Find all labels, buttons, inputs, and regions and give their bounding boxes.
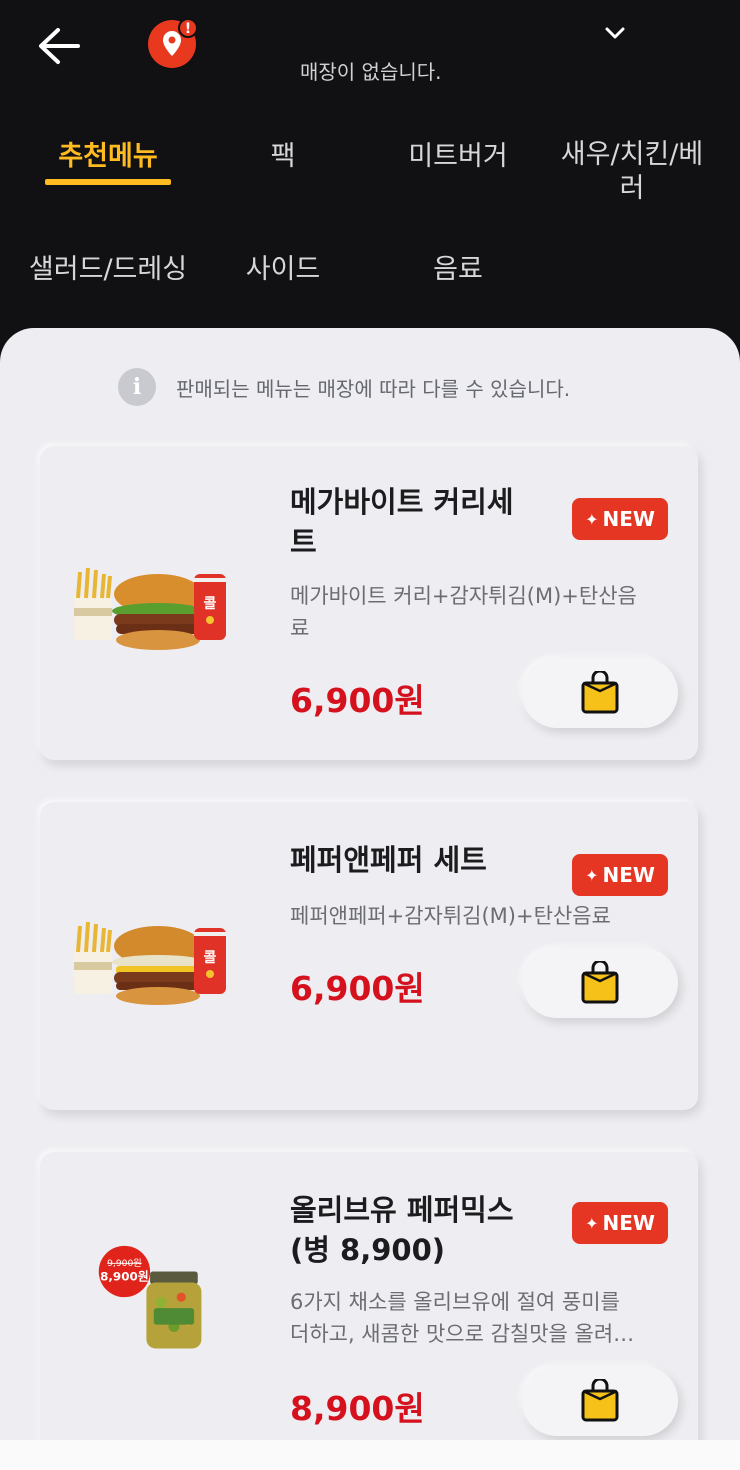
location-pin-icon[interactable]: ! — [146, 18, 198, 68]
sparkle-icon: ✦ — [585, 1213, 599, 1233]
burger-set-image: 콜 — [74, 567, 226, 650]
new-badge-label: NEW — [602, 1211, 655, 1235]
sticker-new-price: 8,900원 — [100, 1270, 149, 1284]
availability-notice: i 판매되는 메뉴는 매장에 따라 다를 수 있습니다. — [118, 368, 570, 406]
product-price: 6,900원 — [290, 969, 425, 1008]
add-to-cart-button[interactable] — [522, 948, 678, 1018]
alert-badge-icon: ! — [178, 18, 198, 38]
add-to-cart-button[interactable] — [522, 658, 678, 728]
top-header: ! 매장이 없습니다. 추천메뉴 팩 미트버거 새우/치킨/베 러 샐러드/드레… — [0, 0, 740, 330]
product-description: 페퍼앤페퍼+감자튀김(M)+탄산음료 — [290, 904, 611, 928]
new-badge: ✦ NEW — [572, 854, 668, 896]
tab-shrimp-chicken[interactable]: 새우/치킨/베 러 — [546, 138, 718, 206]
product-card-pepper[interactable]: 콜 페퍼앤페퍼 세트 ✦ NEW 페퍼앤페퍼+감자튀김(M)+탄산음료 6,90… — [40, 802, 698, 1110]
sparkle-icon: ✦ — [585, 865, 599, 885]
product-description: 메가바이트 커리+감자튀김(M)+탄산음 료 — [290, 584, 637, 640]
add-to-cart-button[interactable] — [522, 1366, 678, 1436]
shopping-bag-icon — [581, 671, 619, 714]
product-description: 6가지 채소를 올리브유에 절여 풍미를 더하고, 새콤한 맛으로 감칠맛을 올… — [290, 1290, 635, 1346]
new-badge: ✦ NEW — [572, 1202, 668, 1244]
new-badge: ✦ NEW — [572, 498, 668, 540]
product-price: 6,900원 — [290, 681, 425, 720]
shopping-bag-icon — [581, 1379, 619, 1422]
store-message: 매장이 없습니다. — [300, 60, 442, 84]
tab-salad-dressing[interactable]: 샐러드/드레싱 — [14, 253, 202, 287]
info-icon: i — [118, 368, 156, 406]
svg-text:콜: 콜 — [204, 596, 217, 612]
new-badge-label: NEW — [602, 863, 655, 887]
bottom-bar — [0, 1440, 740, 1470]
tab-recommended[interactable]: 추천메뉴 — [40, 140, 176, 174]
product-card-megabite[interactable]: 콜 메가바이트 커리세 트 ✦ NEW 메가바이트 커리+감자튀김(M)+탄산음… — [40, 446, 698, 760]
alert-mark: ! — [185, 21, 191, 37]
chevron-down-icon[interactable] — [602, 24, 628, 42]
shopping-bag-icon — [581, 961, 619, 1004]
menu-content: i 판매되는 메뉴는 매장에 따라 다를 수 있습니다. 콜 메가바이트 커리세… — [0, 328, 740, 1470]
jar-product-image: 9,900원 8,900원 — [98, 1245, 202, 1349]
product-title: 메가바이트 커리세 트 — [290, 485, 514, 559]
active-tab-indicator — [45, 179, 171, 185]
product-title: 페퍼앤페퍼 세트 — [290, 843, 487, 877]
sticker-old-price: 9,900원 — [107, 1258, 142, 1269]
tab-drink[interactable]: 음료 — [420, 253, 496, 287]
notice-text: 판매되는 메뉴는 매장에 따라 다를 수 있습니다. — [176, 376, 571, 401]
back-arrow-icon[interactable] — [36, 26, 82, 66]
tab-meat-burger[interactable]: 미트버거 — [396, 140, 520, 174]
tab-pack[interactable]: 팩 — [250, 140, 316, 174]
svg-text:콜: 콜 — [204, 950, 217, 966]
product-card-olive-pepper-mix[interactable]: 9,900원 8,900원 올리브유 페퍼믹스 (병 8,900) ✦ NEW … — [40, 1152, 698, 1470]
new-badge-label: NEW — [602, 507, 655, 531]
sparkle-icon: ✦ — [585, 509, 599, 529]
tab-side[interactable]: 사이드 — [236, 253, 330, 287]
product-title: 올리브유 페퍼믹스 (병 8,900) — [290, 1193, 514, 1267]
product-price: 8,900원 — [290, 1389, 425, 1428]
burger-set-image: 콜 — [74, 921, 226, 1005]
